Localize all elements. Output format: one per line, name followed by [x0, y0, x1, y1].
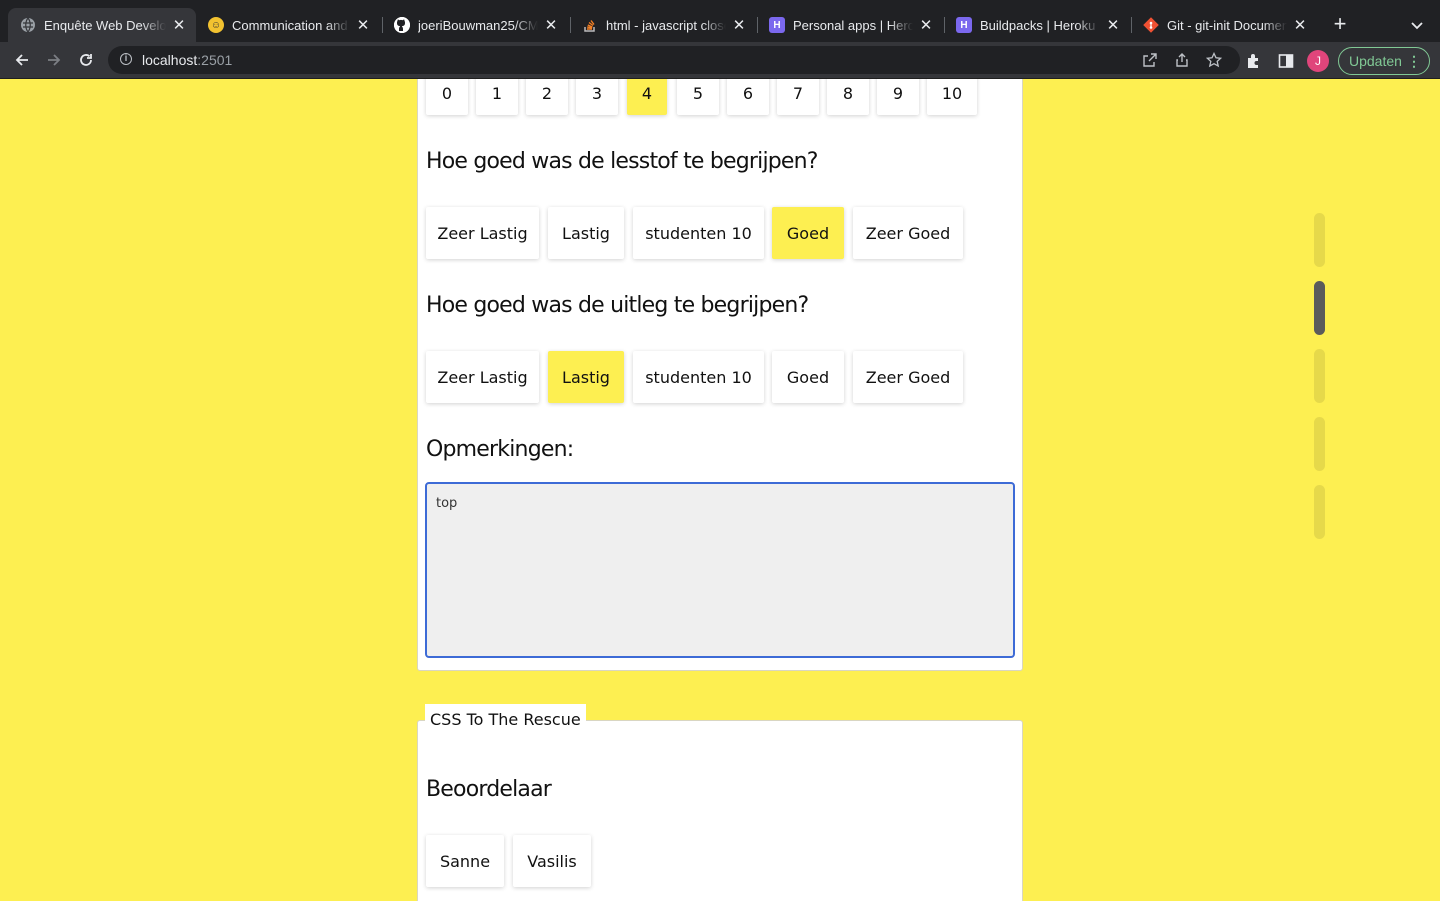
section-nav-dot-active[interactable]: [1314, 281, 1325, 335]
question-title-lesstof: Hoe goed was de lesstof te begrijpen?: [426, 149, 818, 174]
option-button[interactable]: Zeer Lastig: [426, 351, 539, 403]
option-button[interactable]: Sanne: [426, 835, 504, 887]
option-button[interactable]: Lastig: [548, 207, 624, 259]
close-icon[interactable]: ✕: [544, 16, 558, 34]
tab-title: Communication and Multimedia Design: [232, 17, 350, 33]
option-button[interactable]: 5: [677, 79, 719, 115]
tab-stackoverflow[interactable]: html - javascript close ✕: [570, 8, 756, 42]
option-button[interactable]: Zeer Goed: [853, 207, 963, 259]
close-icon[interactable]: ✕: [172, 16, 186, 34]
section-nav-dot[interactable]: [1314, 213, 1325, 267]
tab-title: Enquête Web Development: [44, 17, 166, 33]
reload-button[interactable]: [76, 50, 96, 70]
option-button[interactable]: 0: [426, 79, 468, 115]
forward-button[interactable]: [44, 50, 64, 70]
url-port: :2501: [197, 52, 233, 68]
tab-title: joeriBouwman25/CMD: [418, 17, 538, 33]
tab-enquete[interactable]: Enquête Web Development ✕: [8, 8, 196, 42]
option-button[interactable]: Lastig: [548, 351, 624, 403]
extensions-icon[interactable]: [1245, 52, 1263, 70]
tab-heroku-buildpacks[interactable]: H Buildpacks | Heroku D ✕: [944, 8, 1130, 42]
tab-title: Personal apps | Heroku: [793, 17, 913, 33]
address-bar[interactable]: i localhost:2501: [108, 46, 1240, 74]
section-nav-dot[interactable]: [1314, 485, 1325, 539]
question-title-uitleg: Hoe goed was de uitleg te begrijpen?: [426, 293, 809, 318]
close-icon[interactable]: ✕: [919, 16, 933, 34]
option-button[interactable]: studenten 10: [633, 351, 764, 403]
option-button[interactable]: 1: [476, 79, 518, 115]
option-button[interactable]: 2: [526, 79, 568, 115]
stackoverflow-icon: [582, 17, 598, 33]
share-icon[interactable]: [1174, 52, 1190, 68]
tab-title: Buildpacks | Heroku D: [980, 17, 1100, 33]
tab-strip: Enquête Web Development ✕ ☺ Communicatio…: [0, 0, 1440, 42]
bookmark-star-icon[interactable]: [1205, 51, 1223, 68]
github-icon: [394, 17, 410, 33]
page-viewport: 0 1 2 3 4 5 6 7 8 9 10 Hoe goed was de lesstof te …: [0, 79, 1440, 901]
option-button[interactable]: 3: [576, 79, 618, 115]
option-button[interactable]: Vasilis: [513, 835, 591, 887]
heroku-icon: H: [956, 17, 972, 33]
tab-github[interactable]: joeriBouwman25/CMD ✕: [382, 8, 568, 42]
profile-avatar[interactable]: J: [1307, 50, 1329, 72]
browser-toolbar: i localhost:2501 J Updaten ⋮: [0, 42, 1440, 79]
back-button[interactable]: [12, 50, 32, 70]
url-host: localhost: [142, 52, 198, 68]
option-button[interactable]: studenten 10: [633, 207, 764, 259]
option-button[interactable]: 10: [927, 79, 977, 115]
git-icon: [1143, 17, 1159, 33]
close-icon[interactable]: ✕: [1106, 16, 1120, 34]
open-in-app-icon[interactable]: [1142, 52, 1158, 68]
info-icon[interactable]: i: [120, 53, 132, 65]
heroku-icon: H: [769, 17, 785, 33]
update-label: Updaten: [1349, 53, 1402, 69]
new-tab-button[interactable]: +: [1330, 13, 1350, 35]
option-button[interactable]: Zeer Lastig: [426, 207, 539, 259]
option-button[interactable]: 9: [877, 79, 919, 115]
close-icon[interactable]: ✕: [1293, 16, 1307, 34]
section-legend: CSS To The Rescue: [425, 704, 586, 730]
option-button[interactable]: 4: [627, 79, 667, 115]
remarks-textarea[interactable]: top: [425, 482, 1015, 658]
tab-title: Git - git-init Documentation: [1167, 17, 1287, 33]
tab-cmd[interactable]: ☺ Communication and Multimedia Design ✕: [196, 8, 380, 42]
option-button[interactable]: Goed: [772, 207, 844, 259]
side-panel-icon[interactable]: [1277, 52, 1295, 70]
option-button[interactable]: 6: [727, 79, 769, 115]
option-button[interactable]: Zeer Goed: [853, 351, 963, 403]
globe-icon: [20, 17, 36, 33]
smiley-icon: ☺: [208, 17, 224, 33]
close-icon[interactable]: ✕: [732, 16, 746, 34]
update-button[interactable]: Updaten ⋮: [1338, 47, 1430, 75]
close-icon[interactable]: ✕: [356, 16, 370, 34]
section-nav-dot[interactable]: [1314, 417, 1325, 471]
section-card: [417, 720, 1023, 901]
tab-git[interactable]: Git - git-init Documentation ✕: [1131, 8, 1317, 42]
chevron-down-icon[interactable]: [1408, 16, 1426, 34]
more-vert-icon[interactable]: ⋮: [1407, 48, 1421, 74]
tab-heroku-apps[interactable]: H Personal apps | Heroku ✕: [757, 8, 943, 42]
tab-title: html - javascript close: [606, 17, 726, 33]
option-button[interactable]: 8: [827, 79, 869, 115]
reviewer-title: Beoordelaar: [426, 777, 552, 802]
remarks-title: Opmerkingen:: [426, 437, 574, 462]
url-text: localhost:2501: [142, 52, 232, 68]
option-button[interactable]: 7: [777, 79, 819, 115]
section-nav-dot[interactable]: [1314, 349, 1325, 403]
option-button[interactable]: Goed: [772, 351, 844, 403]
